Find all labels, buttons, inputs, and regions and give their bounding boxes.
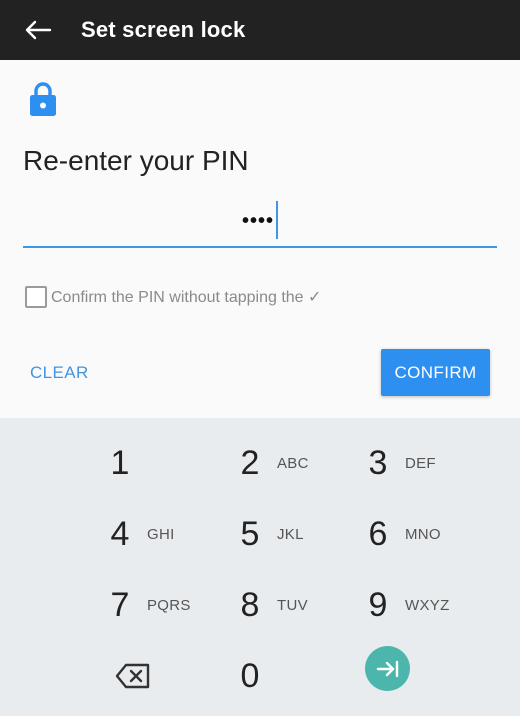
enter-key[interactable] [365,646,410,691]
key-0[interactable]: 0 [235,646,265,706]
key-digit: 7 [110,585,130,624]
key-letters: TUV [277,596,308,614]
arrow-left-icon [25,20,52,40]
pin-masked-dots: •••• [241,210,274,232]
pin-input[interactable]: •••• [23,198,497,248]
key-letters: WXYZ [405,596,450,614]
backspace-key[interactable] [113,660,153,692]
key-digit: 2 [240,443,260,482]
key-digit: 5 [240,514,260,553]
key-5[interactable]: 5 JKL [235,504,304,564]
key-digit: 8 [240,585,260,624]
key-letters: ABC [277,454,309,472]
auto-confirm-option[interactable]: Confirm the PIN without tapping the ✓ [25,284,321,310]
key-letters: MNO [405,525,441,543]
page-title: Set screen lock [81,17,246,42]
key-letters: JKL [277,525,304,543]
clear-button[interactable]: CLEAR [30,358,89,388]
key-letters: GHI [147,525,175,543]
key-digit: 9 [368,585,388,624]
app-bar: Set screen lock [0,0,520,60]
key-letters: DEF [405,454,436,472]
key-8[interactable]: 8 TUV [235,575,308,635]
text-caret [276,200,278,239]
numeric-keypad: 1 2 ABC 3 DEF 4 GHI 5 JKL 6 MNO 7 PQRS 8… [0,418,520,716]
key-digit: 0 [240,656,260,695]
key-4[interactable]: 4 GHI [105,504,175,564]
key-9[interactable]: 9 WXYZ [363,575,450,635]
key-digit: 6 [368,514,388,553]
key-digit: 3 [368,443,388,482]
pin-prompt: Re-enter your PIN [23,145,249,176]
key-6[interactable]: 6 MNO [363,504,441,564]
key-7[interactable]: 7 PQRS [105,575,191,635]
key-1[interactable]: 1 [105,433,135,493]
back-button[interactable] [18,12,58,48]
backspace-icon [115,663,150,689]
auto-confirm-label: Confirm the PIN without tapping the ✓ [51,289,322,306]
key-letters: PQRS [147,596,191,614]
key-digit: 1 [110,443,130,482]
auto-confirm-checkbox[interactable] [25,286,47,308]
lock-icon [30,82,56,116]
key-3[interactable]: 3 DEF [363,433,436,493]
confirm-button[interactable]: CONFIRM [381,349,490,396]
key-digit: 4 [110,514,130,553]
next-arrow-icon [376,660,398,677]
pin-input-value: •••• [23,198,497,244]
key-2[interactable]: 2 ABC [235,433,309,493]
